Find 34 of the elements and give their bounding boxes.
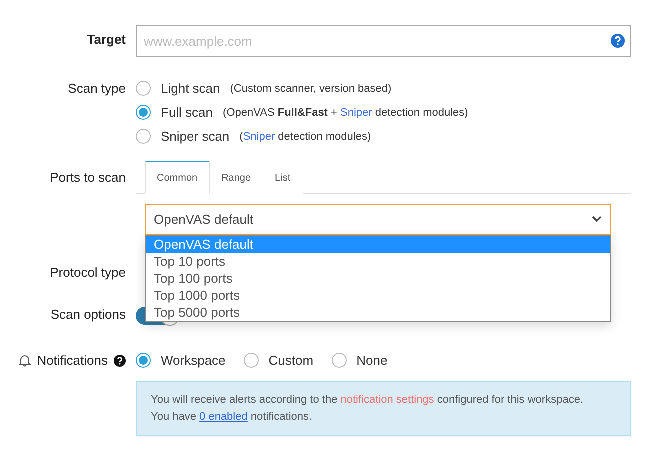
help-icon[interactable] — [114, 354, 126, 366]
field-label: Ports to scan — [50, 170, 126, 185]
enabled-count-link[interactable]: 0 enabled — [200, 411, 248, 423]
radio-label[interactable]: Light scan — [161, 81, 220, 96]
radio-label[interactable]: Sniper scan — [161, 129, 230, 144]
radio-button[interactable] — [136, 81, 151, 96]
radio-button[interactable] — [136, 353, 151, 368]
radio-button[interactable] — [136, 105, 151, 120]
field-label: Scan type — [68, 81, 126, 96]
radio-label[interactable]: None — [356, 353, 388, 368]
chevron-down-icon — [592, 216, 602, 223]
dropdown-option[interactable]: Top 1000 ports — [146, 287, 610, 304]
field-label: Scan options — [50, 307, 126, 322]
radio-label[interactable]: Full scan — [161, 105, 214, 120]
radio-button[interactable] — [244, 353, 259, 368]
radio-button[interactable] — [332, 353, 347, 368]
bell-icon — [19, 354, 32, 367]
dropdown-option[interactable]: Top 10 ports — [146, 253, 610, 270]
scan-description: (Custom scanner, version based) — [230, 82, 392, 94]
scan-description: (Sniper detection modules) — [240, 130, 372, 142]
ports-select[interactable]: OpenVAS default — [145, 204, 611, 235]
target-input[interactable]: www.example.com — [136, 25, 631, 57]
dropdown-option[interactable]: Top 5000 ports — [146, 304, 610, 321]
tab[interactable]: Common — [145, 161, 210, 194]
scan-description: (OpenVAS Full&Fast + Sniper detection modules) — [223, 106, 468, 118]
dropdown-option[interactable]: Top 100 ports — [146, 270, 610, 287]
field-label: Notifications — [37, 353, 108, 368]
notice-text: You have 0 enabled notifications. — [151, 411, 314, 423]
notice-text: You will receive alerts according to the notification settings configured for this workspace. — [151, 394, 584, 406]
field-label: Protocol type — [50, 265, 126, 280]
radio-label[interactable]: Workspace — [161, 353, 226, 368]
field-label: Target — [87, 31, 126, 47]
radio-button[interactable] — [136, 129, 151, 144]
radio-label[interactable]: Custom — [268, 353, 314, 368]
